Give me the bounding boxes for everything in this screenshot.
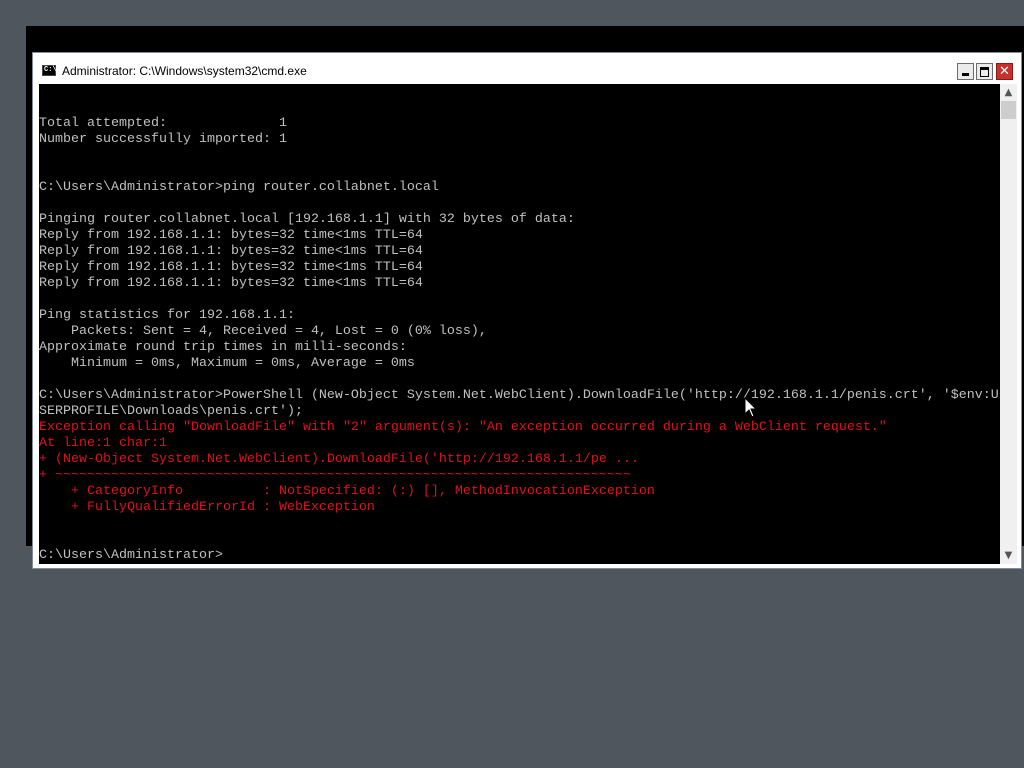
scroll-down-arrow-icon[interactable]: ▼ (1000, 547, 1017, 564)
cmd-app-icon[interactable]: C:\ (42, 65, 57, 76)
console-line: Pinging router.collabnet.local [192.168.… (39, 212, 575, 227)
console-line: Total attempted: 1 (39, 116, 287, 131)
title-bar[interactable]: C:\ Administrator: C:\Windows\system32\c… (33, 53, 1021, 84)
mouse-pointer-icon (744, 397, 758, 418)
close-button[interactable]: ✕ (996, 63, 1013, 80)
console-line: Reply from 192.168.1.1: bytes=32 time<1m… (39, 260, 423, 275)
console-line: Ping statistics for 192.168.1.1: (39, 308, 295, 323)
console-line: + FullyQualifiedErrorId : WebException (39, 500, 375, 515)
console-line: + (New-Object System.Net.WebClient).Down… (39, 452, 639, 467)
console-line: Reply from 192.168.1.1: bytes=32 time<1m… (39, 244, 423, 259)
console-line: Reply from 192.168.1.1: bytes=32 time<1m… (39, 276, 423, 291)
console-line: Number successfully imported: 1 (39, 132, 287, 147)
console-line: + CategoryInfo : NotSpecified: (:) [], M… (39, 484, 655, 499)
console-line: C:\Users\Administrator> (39, 548, 223, 563)
maximize-button[interactable] (976, 63, 993, 80)
window-title: Administrator: C:\Windows\system32\cmd.e… (62, 64, 307, 78)
console-output[interactable]: Total attempted: 1 Number successfully im… (39, 84, 1000, 564)
console-line: Exception calling "DownloadFile" with "2… (39, 420, 887, 435)
console-line: Reply from 192.168.1.1: bytes=32 time<1m… (39, 228, 423, 243)
cmd-window[interactable]: C:\ Administrator: C:\Windows\system32\c… (32, 52, 1022, 569)
console-line: C:\Users\Administrator>PowerShell (New-O… (39, 388, 999, 403)
vertical-scrollbar[interactable]: ▲ ▼ (1000, 84, 1017, 564)
console-line: SERPROFILE\Downloads\penis.crt'); (39, 404, 303, 419)
console-line: Approximate round trip times in milli-se… (39, 340, 407, 355)
console-text: Total attempted: 1 Number successfully im… (39, 84, 999, 564)
minimize-button[interactable] (957, 63, 974, 80)
scroll-thumb[interactable] (1001, 101, 1016, 119)
scroll-up-arrow-icon[interactable]: ▲ (1000, 84, 1017, 101)
console-line: At line:1 char:1 (39, 436, 167, 451)
console-line: + ~~~~~~~~~~~~~~~~~~~~~~~~~~~~~~~~~~~~~~… (39, 468, 631, 483)
console-line: Minimum = 0ms, Maximum = 0ms, Average = … (39, 356, 415, 371)
console-line: Packets: Sent = 4, Received = 4, Lost = … (39, 324, 487, 339)
console-line: C:\Users\Administrator>ping router.colla… (39, 180, 439, 195)
